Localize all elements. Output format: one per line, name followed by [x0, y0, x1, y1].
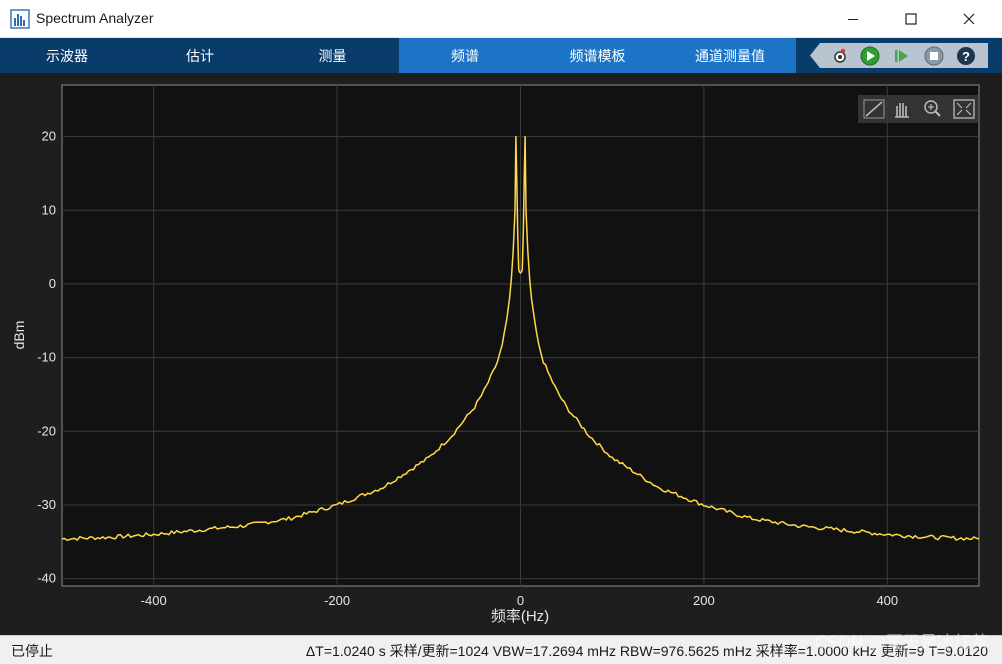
status-state: 已停止 [11, 643, 53, 659]
x-tick-label: 0 [517, 593, 524, 608]
tab-scope[interactable]: 示波器 [0, 38, 134, 73]
close-button[interactable] [946, 0, 992, 38]
x-tick-label: -200 [324, 593, 350, 608]
minimize-button[interactable] [830, 0, 876, 38]
tab-scope-label: 示波器 [46, 48, 88, 65]
plot-area: -400 -200 0 200 400 20 10 0 -10 -20 -30 -40 频率(Hz)… [0, 73, 1002, 635]
tab-channel-measurements-label: 通道测量值 [695, 48, 765, 65]
tab-measurements[interactable]: 测量 [266, 38, 399, 73]
y-tick-label: -30 [37, 497, 56, 512]
x-tick-label: -400 [141, 593, 167, 608]
play-icon [860, 46, 880, 66]
x-axis-label: 频率(Hz) [491, 608, 549, 625]
y-axis-label: dBm [11, 321, 27, 350]
x-tick-label: 200 [693, 593, 715, 608]
stop-icon [924, 46, 944, 66]
y-tick-label: 10 [42, 202, 56, 217]
x-tick-label: 400 [876, 593, 898, 608]
tab-channel-measurements[interactable]: 通道测量值 [664, 38, 796, 73]
y-tick-label: -10 [37, 350, 56, 365]
status-info: ΔT=1.0240 s 采样/更新=1024 VBW=17.2694 mHz R… [305, 643, 988, 659]
stop-button[interactable] [924, 46, 944, 66]
tab-measurements-label: 测量 [318, 48, 347, 65]
help-button[interactable]: ? [956, 46, 976, 66]
spectrum-analyzer-app-icon [10, 9, 30, 29]
window-title: Spectrum Analyzer [36, 10, 154, 26]
tab-spectrum-label: 频谱 [451, 48, 479, 65]
title-bar: Spectrum Analyzer [0, 0, 1002, 38]
step-forward-icon [895, 50, 908, 62]
y-tick-labels: 20 10 0 -10 -20 -30 -40 [37, 129, 56, 586]
x-tick-labels: -400 -200 0 200 400 [141, 593, 898, 608]
plot-toolbar [858, 95, 978, 123]
y-tick-label: -20 [37, 423, 56, 438]
spectrum-chart[interactable]: -400 -200 0 200 400 20 10 0 -10 -20 -30 -40 频率(Hz)… [0, 73, 1002, 635]
settings-button[interactable] [830, 46, 850, 66]
svg-text:?: ? [962, 49, 970, 64]
status-bar: 已停止 ΔT=1.0240 s 采样/更新=1024 VBW=17.2694 m… [0, 635, 1002, 664]
minimize-icon [848, 19, 858, 20]
y-tick-label: -40 [37, 571, 56, 586]
maximize-icon [905, 13, 917, 25]
help-icon: ? [957, 47, 975, 65]
plot-toolbar-background [858, 95, 978, 123]
step-forward-button[interactable] [892, 46, 912, 66]
gear-icon [834, 48, 846, 63]
maximize-button[interactable] [888, 0, 934, 38]
close-icon [963, 13, 975, 25]
tab-estimation[interactable]: 估计 [134, 38, 266, 73]
run-button[interactable] [860, 46, 880, 66]
tab-spectral-mask-label: 频谱模板 [569, 48, 626, 65]
y-tick-label: 20 [42, 129, 56, 144]
y-tick-label: 0 [49, 276, 56, 291]
tab-spectral-mask[interactable]: 频谱模板 [531, 38, 664, 73]
tab-spectrum[interactable]: 频谱 [399, 38, 531, 73]
tab-estimation-label: 估计 [186, 48, 214, 65]
